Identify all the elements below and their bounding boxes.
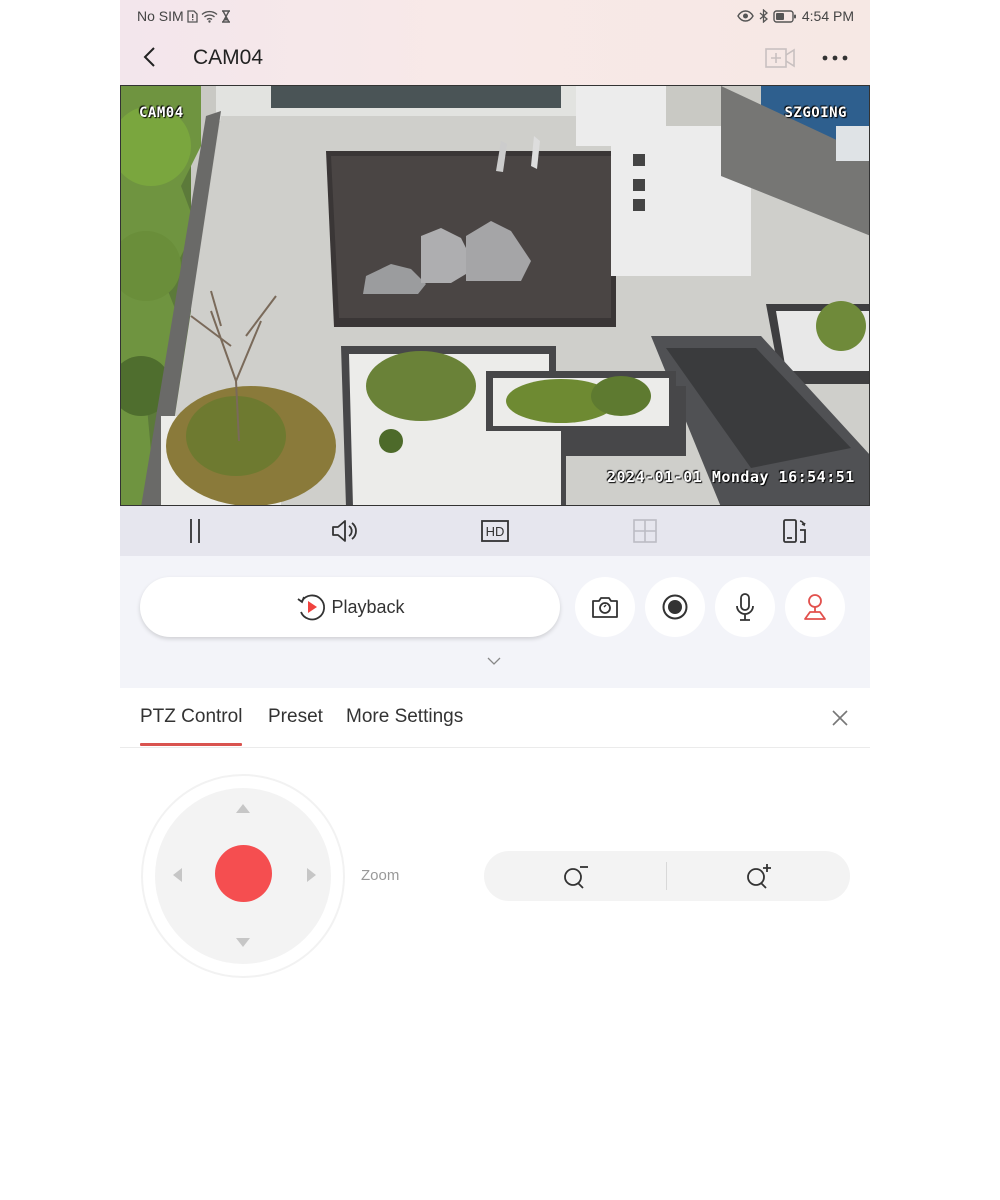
back-button[interactable] [138, 44, 164, 70]
speaker-icon [332, 520, 357, 542]
ptz-icon [804, 594, 826, 620]
snapshot-button[interactable] [575, 577, 635, 637]
osd-brand-label: SZGOING [784, 105, 847, 121]
playback-icon [297, 594, 326, 621]
zoom-in-button[interactable] [667, 851, 850, 901]
live-video-view[interactable]: CAM04 SZGOING 2024-01-01 Monday 16:54:51 [120, 85, 870, 506]
player-toolbar: HD [120, 506, 870, 556]
pause-button[interactable] [120, 506, 270, 556]
zoom-in-icon [746, 864, 771, 889]
more-horizontal-icon [822, 55, 848, 61]
bluetooth-icon [759, 9, 768, 23]
eye-icon [737, 10, 754, 22]
ptz-button[interactable] [785, 577, 845, 637]
sim-alert-icon [187, 9, 198, 23]
zoom-out-icon [563, 866, 588, 889]
talk-button[interactable] [715, 577, 775, 637]
joystick-knob[interactable] [215, 845, 272, 902]
close-icon [832, 710, 848, 726]
pan-down-arrow-icon[interactable] [236, 938, 250, 947]
wifi-icon [201, 10, 218, 23]
close-panel-button[interactable] [830, 708, 850, 728]
clock-text: 4:54 PM [801, 8, 854, 24]
more-button[interactable] [820, 46, 850, 70]
split-screen-button[interactable] [570, 506, 720, 556]
joystick-pad [155, 788, 331, 964]
hourglass-icon [221, 9, 231, 23]
camera-feed-image [121, 86, 869, 505]
top-bar: No SIM 4:54 PM CAM04 [120, 0, 870, 85]
hd-icon: HD [481, 520, 509, 542]
playback-label: Playback [331, 596, 405, 617]
pan-up-arrow-icon[interactable] [236, 804, 250, 813]
tab-preset[interactable]: Preset [268, 706, 323, 728]
action-panel: Playback [120, 556, 870, 688]
grid-icon [633, 519, 657, 543]
chevron-left-icon [143, 47, 155, 67]
hd-button[interactable]: HD [420, 506, 570, 556]
status-bar: No SIM 4:54 PM [137, 6, 854, 26]
add-video-icon [765, 48, 795, 68]
camera-icon [592, 597, 618, 618]
record-icon [662, 594, 688, 620]
record-button[interactable] [645, 577, 705, 637]
microphone-icon [736, 593, 754, 621]
rotate-screen-button[interactable] [720, 506, 870, 556]
ptz-joystick [141, 774, 345, 978]
pan-right-arrow-icon[interactable] [307, 868, 316, 882]
header: CAM04 [120, 36, 870, 80]
chevron-down-icon [487, 657, 501, 665]
svg-text:HD: HD [486, 524, 505, 539]
osd-channel-label: CAM04 [139, 105, 184, 121]
add-camera-button[interactable] [764, 44, 796, 72]
osd-timestamp: 2024-01-01 Monday 16:54:51 [607, 468, 855, 486]
pause-icon [190, 519, 200, 543]
sound-button[interactable] [270, 506, 420, 556]
page-title: CAM04 [193, 46, 264, 69]
carrier-text: No SIM [137, 8, 184, 24]
rotate-screen-icon [783, 519, 806, 543]
control-tabs: PTZ Control Preset More Settings [120, 688, 870, 748]
app-screen: No SIM 4:54 PM CAM04 CAM04 SZGOING 2024-… [120, 0, 870, 1200]
expand-button[interactable] [486, 654, 502, 666]
pan-left-arrow-icon[interactable] [173, 868, 182, 882]
zoom-label: Zoom [361, 867, 400, 884]
battery-icon [773, 9, 797, 23]
tab-ptz-control[interactable]: PTZ Control [140, 706, 243, 746]
zoom-out-button[interactable] [484, 851, 667, 901]
zoom-control [484, 851, 850, 901]
tab-more-settings[interactable]: More Settings [346, 706, 463, 728]
playback-button[interactable]: Playback [140, 577, 560, 637]
